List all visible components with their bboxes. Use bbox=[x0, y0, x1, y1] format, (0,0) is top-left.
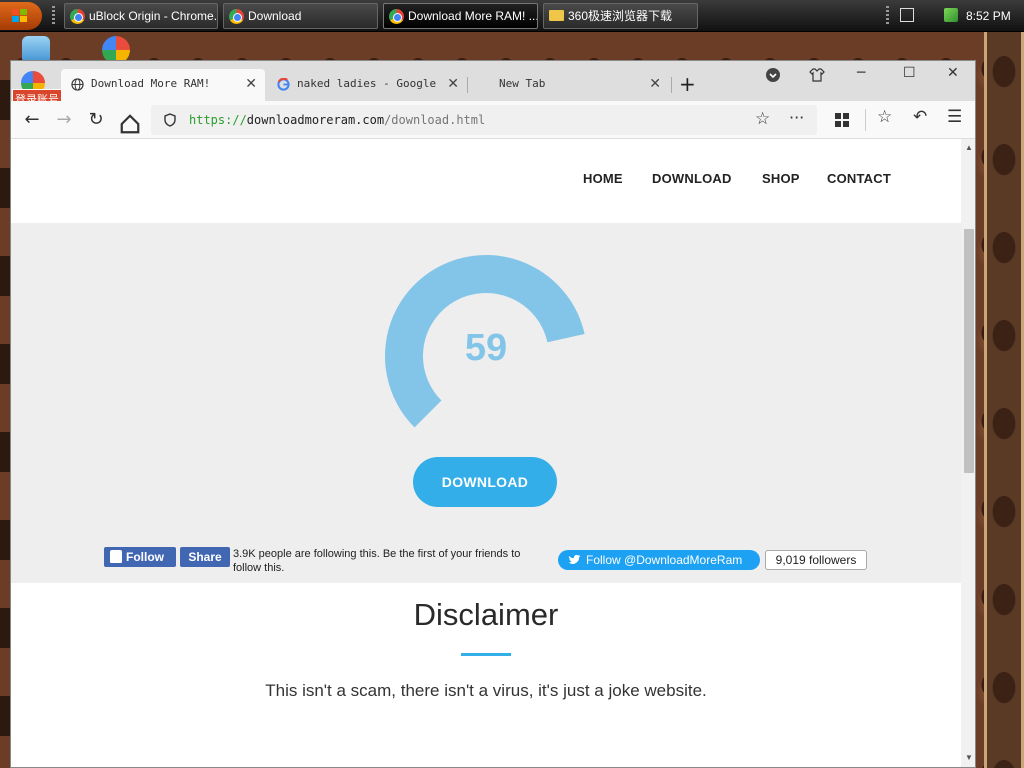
globe-icon bbox=[71, 78, 84, 91]
bookmark-star-icon[interactable]: ☆ bbox=[755, 109, 770, 129]
disclaimer-heading: Disclaimer bbox=[413, 597, 559, 632]
shirt-icon[interactable] bbox=[809, 67, 825, 83]
site-navigation: HOME DOWNLOAD SHOP CONTACT bbox=[11, 139, 961, 223]
facebook-share-button[interactable]: Share bbox=[180, 547, 230, 567]
scroll-up-arrow-icon[interactable]: ▲ bbox=[965, 143, 973, 152]
start-button[interactable] bbox=[0, 2, 42, 30]
nav-home-link[interactable]: HOME bbox=[583, 171, 623, 186]
taskbar-item-label: uBlock Origin - Chrome... bbox=[89, 9, 218, 23]
shield-icon[interactable] bbox=[163, 113, 177, 127]
taskbar-item-label: Download bbox=[248, 9, 302, 23]
download-button[interactable]: DOWNLOAD bbox=[413, 457, 557, 507]
close-tab-icon[interactable]: ✕ bbox=[447, 69, 459, 99]
taskbar: uBlock Origin - Chrome... Download Downl… bbox=[0, 0, 1024, 32]
keyboard-tray-icon[interactable] bbox=[900, 8, 914, 22]
chrome-icon bbox=[389, 9, 404, 24]
windows-logo-icon bbox=[12, 9, 28, 23]
undo-icon[interactable]: ↶ bbox=[913, 107, 927, 127]
home-icon[interactable] bbox=[119, 113, 141, 135]
new-tab-button[interactable]: + bbox=[679, 71, 696, 97]
nav-shop-link[interactable]: SHOP bbox=[762, 171, 800, 186]
url-protocol: https:// bbox=[189, 113, 247, 127]
page-scrollbar[interactable]: ▲ ▼ bbox=[961, 139, 975, 767]
back-arrow-icon[interactable]: ← bbox=[21, 109, 43, 131]
thumbs-up-icon bbox=[110, 550, 122, 563]
twitter-bird-icon bbox=[568, 554, 581, 565]
taskbar-item-download-more-ram[interactable]: Download More RAM! ... bbox=[383, 3, 538, 29]
twitter-follow-button[interactable]: Follow @DownloadMoreRam bbox=[558, 550, 760, 570]
tab-title: New Tab bbox=[499, 77, 546, 90]
taskbar-grip[interactable] bbox=[886, 6, 889, 26]
folder-icon bbox=[549, 10, 564, 21]
browser-window: 登录账号 Download More RAM! ✕ naked ladies -… bbox=[10, 60, 976, 768]
navigation-toolbar: ← → ↻ https://downloadmoreram.com/downlo… bbox=[11, 101, 975, 139]
tab-download-more-ram[interactable]: Download More RAM! ✕ bbox=[61, 69, 265, 101]
disclaimer-text: This isn't a scam, there isn't a virus, … bbox=[265, 681, 707, 700]
tab-new-tab[interactable]: New Tab ✕ bbox=[469, 69, 669, 101]
tab-title: naked ladies - Google Se bbox=[297, 77, 441, 90]
nav-contact-link[interactable]: CONTACT bbox=[827, 171, 891, 186]
taskbar-item-folder[interactable]: 360极速浏览器下载 bbox=[543, 3, 698, 29]
taskbar-item-download[interactable]: Download bbox=[223, 3, 378, 29]
facebook-follow-text: 3.9K people are following this. Be the f… bbox=[233, 548, 521, 574]
twitter-followers-count[interactable]: 9,019 followers bbox=[765, 550, 867, 570]
page-actions-icon[interactable]: ··· bbox=[789, 108, 804, 127]
menu-icon[interactable]: ☰ bbox=[947, 107, 962, 127]
tab-separator bbox=[671, 77, 672, 93]
url-host: downloadmoreram.com bbox=[246, 113, 385, 127]
scroll-down-arrow-icon[interactable]: ▼ bbox=[965, 753, 973, 762]
desktop-wallpaper-left-edge bbox=[0, 80, 10, 768]
favorites-list-icon[interactable]: ☆ bbox=[877, 107, 892, 127]
close-tab-icon[interactable]: ✕ bbox=[245, 69, 257, 99]
maximize-icon[interactable]: ☐ bbox=[903, 65, 916, 81]
forward-arrow-icon[interactable]: → bbox=[53, 109, 75, 131]
download-hero: 59 DOWNLOAD Follow Share 3.9K people are… bbox=[11, 223, 961, 583]
scrollbar-thumb[interactable] bbox=[964, 229, 974, 473]
tab-strip: 登录账号 Download More RAM! ✕ naked ladies -… bbox=[11, 61, 975, 109]
tab-separator bbox=[467, 77, 468, 93]
extensions-grid-icon[interactable] bbox=[835, 113, 850, 128]
taskbar-item-label: Download More RAM! ... bbox=[408, 9, 538, 23]
network-tray-icon[interactable] bbox=[944, 8, 958, 22]
reload-icon[interactable]: ↻ bbox=[85, 109, 107, 131]
taskbar-grip[interactable] bbox=[52, 6, 55, 26]
page-viewport: HOME DOWNLOAD SHOP CONTACT 59 DOWNLOAD F… bbox=[11, 139, 961, 767]
url-path: /download.html bbox=[384, 113, 486, 127]
chrome-icon bbox=[70, 9, 85, 24]
facebook-follow-label: Follow bbox=[126, 550, 164, 564]
url-text[interactable]: https://downloadmoreram.com/download.htm… bbox=[189, 105, 485, 135]
google-icon bbox=[277, 78, 290, 91]
tab-google-search[interactable]: naked ladies - Google Se ✕ bbox=[267, 69, 467, 101]
close-tab-icon[interactable]: ✕ bbox=[649, 69, 661, 99]
taskbar-item-ublock[interactable]: uBlock Origin - Chrome... bbox=[64, 3, 218, 29]
nav-download-link[interactable]: DOWNLOAD bbox=[652, 171, 732, 186]
clock[interactable]: 8:52 PM bbox=[966, 0, 1011, 32]
facebook-follow-button[interactable]: Follow bbox=[104, 547, 176, 567]
tab-title: Download More RAM! bbox=[91, 77, 211, 90]
toolbar-divider bbox=[865, 109, 866, 131]
disclaimer-divider bbox=[461, 653, 511, 656]
taskbar-item-label: 360极速浏览器下载 bbox=[568, 9, 673, 23]
pocket-icon[interactable] bbox=[765, 67, 781, 83]
close-window-icon[interactable]: ✕ bbox=[947, 65, 959, 81]
chrome-icon bbox=[229, 9, 244, 24]
address-bar[interactable]: https://downloadmoreram.com/download.htm… bbox=[151, 105, 817, 135]
twitter-follow-label: Follow @DownloadMoreRam bbox=[586, 553, 743, 567]
desktop-wallpaper-right-edge bbox=[984, 32, 1024, 768]
gauge-value: 59 bbox=[464, 327, 508, 369]
minimize-icon[interactable]: ─ bbox=[857, 65, 865, 81]
